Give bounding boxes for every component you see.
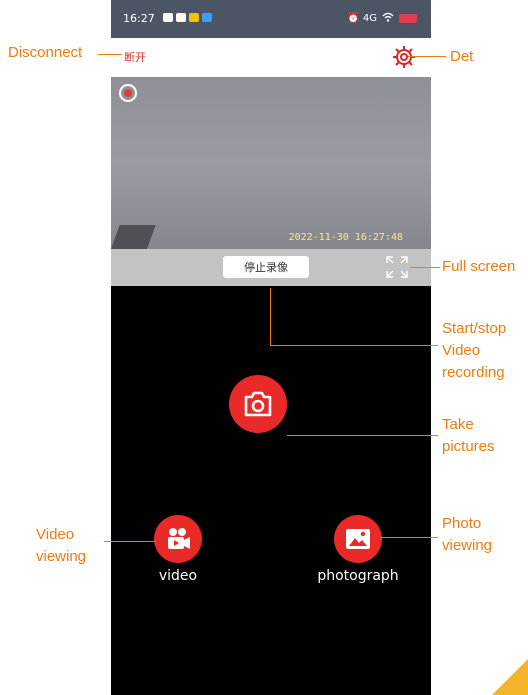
recording-indicator-icon	[119, 84, 137, 102]
top-bar: 断开	[111, 38, 431, 77]
stop-recording-button[interactable]: 停止录像	[223, 256, 309, 278]
camera-icon	[244, 391, 272, 417]
status-bar: 16:27 ⏰ 4G	[111, 0, 431, 38]
annotation-start-stop-recording: Start/stop Video recording	[442, 318, 506, 384]
annotation-text-line: Photo	[442, 515, 482, 532]
battery-icon	[399, 14, 417, 23]
fullscreen-icon	[386, 256, 408, 278]
video-label: video	[158, 568, 198, 584]
camera-preview: 2022-11-30 16:27:48	[111, 77, 431, 249]
annotation-det: Det	[450, 48, 474, 65]
disconnect-button[interactable]: 断开	[124, 49, 146, 65]
annotation-text-line: pictures	[442, 438, 495, 455]
annotation-disconnect: Disconnect	[8, 44, 83, 61]
annotation-text-line: Video	[442, 342, 481, 359]
settings-button[interactable]	[391, 44, 417, 70]
annotation-line	[104, 541, 156, 542]
annotation-video-viewing: Video viewing	[36, 524, 86, 568]
message-icon	[163, 13, 173, 22]
gear-icon	[393, 46, 415, 68]
annotation-line	[380, 537, 438, 538]
annotation-text-line: Start/stop	[442, 320, 507, 337]
app-icon	[202, 13, 212, 22]
photo-viewing-button[interactable]	[334, 515, 382, 563]
video-viewing-button[interactable]	[154, 515, 202, 563]
status-time: 16:27	[123, 12, 155, 25]
annotation-text-line: Video	[36, 526, 75, 543]
image-icon	[346, 529, 370, 549]
notification-icons	[163, 13, 212, 22]
annotation-text-line: viewing	[36, 548, 87, 565]
annotation-text-line: viewing	[442, 537, 493, 554]
annotation-photo-viewing: Photo viewing	[442, 513, 492, 557]
phone-screen: 16:27 ⏰ 4G 断开 2022-11-30 16:27:48 停止录像 v…	[111, 0, 431, 695]
status-indicators: ⏰ 4G	[347, 13, 377, 24]
annotation-line	[410, 267, 440, 268]
fullscreen-button[interactable]	[385, 255, 409, 279]
camera-timestamp: 2022-11-30 16:27:48	[288, 232, 403, 243]
wifi-icon	[382, 12, 394, 25]
photograph-label: photograph	[317, 568, 399, 584]
corner-decoration	[492, 659, 528, 695]
status-right: ⏰ 4G	[347, 12, 417, 25]
annotation-line	[270, 345, 438, 346]
camera-scene-object	[111, 225, 156, 249]
take-picture-button[interactable]	[229, 375, 287, 433]
annotation-text-line: Take	[442, 416, 474, 433]
control-bar: 停止录像	[111, 249, 431, 286]
app-icon	[176, 13, 186, 22]
video-camera-icon	[168, 528, 190, 549]
app-icon	[189, 13, 199, 22]
annotation-line	[408, 56, 446, 57]
annotation-full-screen: Full screen	[442, 258, 516, 275]
annotation-line	[287, 435, 438, 436]
annotation-text-line: recording	[442, 364, 505, 381]
annotation-line	[98, 54, 122, 55]
annotation-line	[270, 288, 271, 346]
annotation-take-pictures: Take pictures	[442, 414, 495, 458]
